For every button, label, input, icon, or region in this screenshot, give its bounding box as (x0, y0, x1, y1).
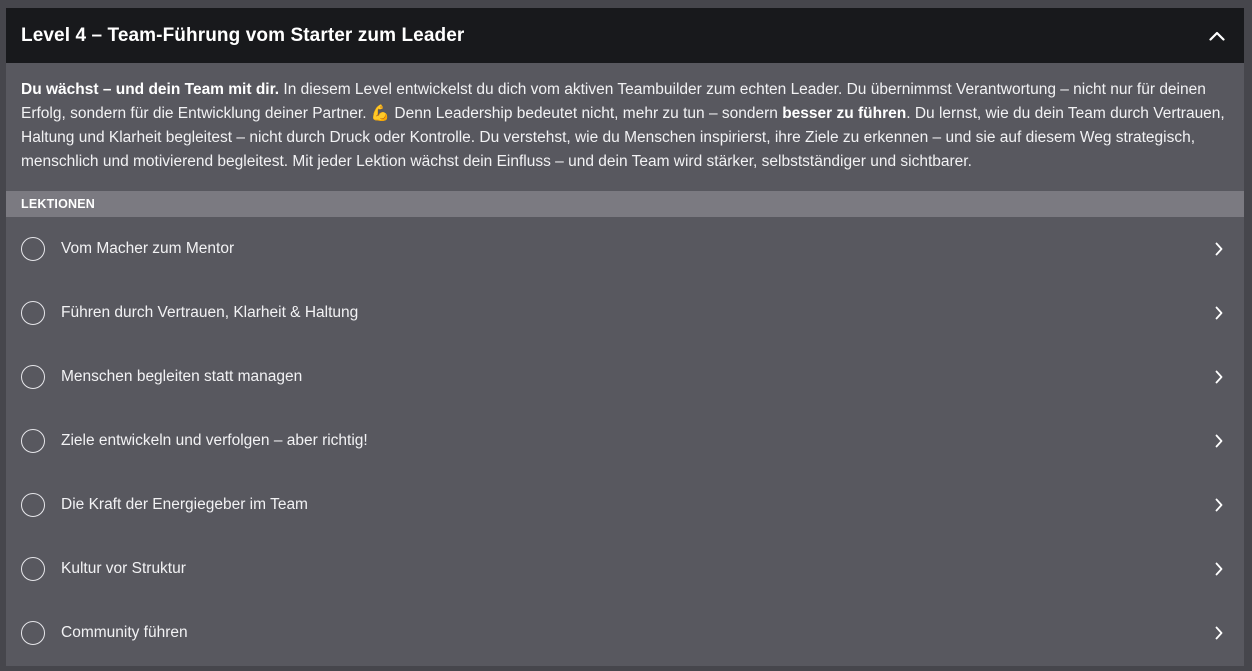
lesson-title: Community führen (61, 624, 188, 641)
description-emphasis: besser zu führen (782, 105, 907, 122)
lesson-item[interactable]: Vom Macher zum Mentor (6, 217, 1244, 281)
chevron-right-icon (1212, 562, 1226, 576)
lesson-title: Führen durch Vertrauen, Klarheit & Haltu… (61, 304, 359, 321)
chevron-right-icon (1212, 626, 1226, 640)
incomplete-status-circle-icon (21, 365, 45, 389)
lesson-item[interactable]: Die Kraft der Energiegeber im Team (6, 473, 1244, 537)
incomplete-status-circle-icon (21, 621, 45, 645)
incomplete-status-circle-icon (21, 557, 45, 581)
chevron-right-icon (1212, 434, 1226, 448)
description-text-2: Denn Leadership bedeutet nicht, mehr zu … (390, 105, 783, 122)
flexed-biceps-emoji: 💪 (370, 105, 391, 122)
level-description: Du wächst – und dein Team mit dir. In di… (6, 63, 1244, 191)
level-accordion: Level 4 – Team-Führung vom Starter zum L… (6, 8, 1244, 666)
lesson-list: Vom Macher zum Mentor Führen durch Vertr… (6, 217, 1244, 665)
chevron-right-icon (1212, 242, 1226, 256)
incomplete-status-circle-icon (21, 429, 45, 453)
chevron-right-icon (1212, 498, 1226, 512)
incomplete-status-circle-icon (21, 301, 45, 325)
lesson-item[interactable]: Ziele entwickeln und verfolgen – aber ri… (6, 409, 1244, 473)
chevron-up-icon (1209, 31, 1225, 41)
lesson-item[interactable]: Führen durch Vertrauen, Klarheit & Haltu… (6, 281, 1244, 345)
lessons-section-label: LEKTIONEN (21, 197, 96, 211)
description-lead: Du wächst – und dein Team mit dir. (21, 81, 280, 98)
incomplete-status-circle-icon (21, 493, 45, 517)
lesson-item[interactable]: Menschen begleiten statt managen (6, 345, 1244, 409)
chevron-right-icon (1212, 370, 1226, 384)
lesson-title: Menschen begleiten statt managen (61, 368, 303, 385)
lesson-title: Vom Macher zum Mentor (61, 240, 235, 257)
lessons-section-header: LEKTIONEN (6, 191, 1244, 217)
lesson-title: Kultur vor Struktur (61, 560, 186, 577)
lesson-item[interactable]: Kultur vor Struktur (6, 537, 1244, 601)
incomplete-status-circle-icon (21, 237, 45, 261)
accordion-header[interactable]: Level 4 – Team-Führung vom Starter zum L… (6, 8, 1244, 63)
chevron-right-icon (1212, 306, 1226, 320)
lesson-title: Ziele entwickeln und verfolgen – aber ri… (61, 432, 368, 449)
collapse-button[interactable] (1206, 25, 1228, 47)
level-title: Level 4 – Team-Führung vom Starter zum L… (21, 24, 465, 46)
lesson-title: Die Kraft der Energiegeber im Team (61, 496, 308, 513)
lesson-item[interactable]: Community führen (6, 601, 1244, 665)
